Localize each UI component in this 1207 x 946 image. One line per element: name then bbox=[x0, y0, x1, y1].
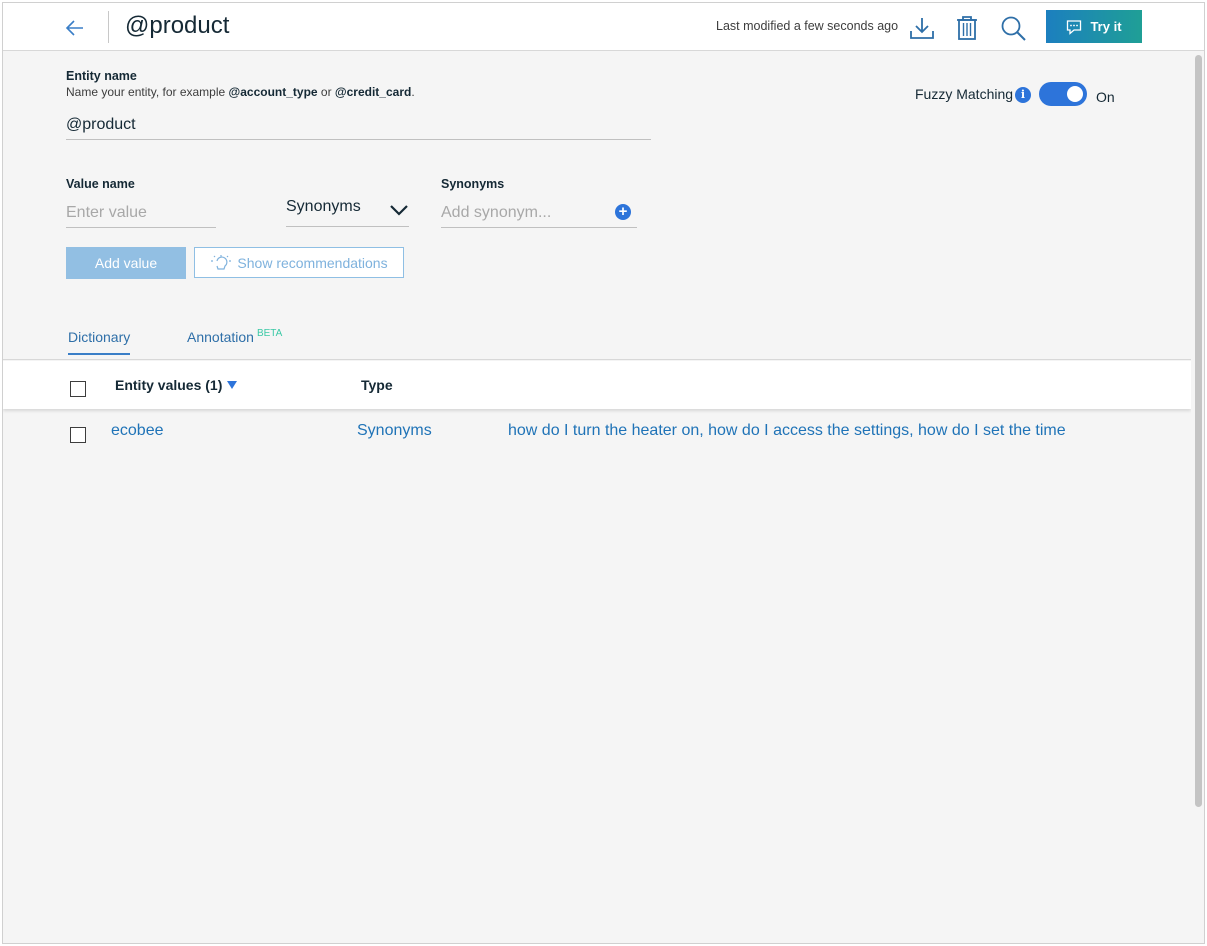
beta-badge: BETA bbox=[256, 328, 283, 339]
try-it-button[interactable]: Try it bbox=[1046, 10, 1142, 43]
entity-editor-window: @product Last modified a few seconds ago… bbox=[2, 2, 1205, 944]
back-arrow-icon[interactable] bbox=[63, 16, 87, 40]
entity-name-help: Name your entity, for example @account_t… bbox=[66, 85, 415, 99]
try-it-label: Try it bbox=[1090, 19, 1122, 34]
chevron-down-icon bbox=[390, 205, 408, 216]
help-example-account-type: @account_type bbox=[228, 85, 318, 99]
help-or: or bbox=[317, 85, 335, 99]
column-header-type: Type bbox=[361, 377, 393, 393]
help-suffix: . bbox=[411, 85, 415, 99]
column-header-entity-values[interactable]: Entity values (1) bbox=[115, 377, 222, 393]
top-header: @product Last modified a few seconds ago… bbox=[3, 3, 1204, 51]
fuzzy-matching-toggle[interactable] bbox=[1039, 82, 1087, 106]
entity-value-cell[interactable]: ecobee bbox=[111, 422, 164, 440]
show-recommendations-button[interactable]: Show recommendations bbox=[194, 247, 404, 278]
entity-synonyms-cell[interactable]: how do I turn the heater on, how do I ac… bbox=[508, 422, 1066, 440]
toggle-knob bbox=[1067, 86, 1083, 102]
fuzzy-matching-state: On bbox=[1096, 89, 1115, 105]
value-name-label: Value name bbox=[66, 177, 135, 191]
table-header: Entity values (1) Type bbox=[3, 361, 1191, 409]
entity-type-cell[interactable]: Synonyms bbox=[357, 422, 432, 440]
help-prefix: Name your entity, for example bbox=[66, 85, 229, 99]
entity-name-label: Entity name bbox=[66, 69, 137, 83]
add-synonym-plus-icon[interactable]: + bbox=[615, 204, 631, 220]
tabs-divider bbox=[3, 359, 1191, 360]
add-value-button[interactable]: Add value bbox=[66, 247, 186, 279]
download-icon[interactable] bbox=[908, 14, 936, 42]
entity-name-input[interactable] bbox=[66, 111, 651, 140]
watson-lightbulb-icon bbox=[211, 254, 232, 270]
value-type-selected: Synonyms bbox=[286, 198, 361, 215]
synonym-input[interactable] bbox=[441, 199, 637, 228]
tab-dictionary-label: Dictionary bbox=[68, 329, 131, 345]
value-type-dropdown[interactable]: Synonyms bbox=[286, 193, 409, 227]
select-all-checkbox[interactable] bbox=[70, 381, 86, 397]
info-icon[interactable]: i bbox=[1015, 87, 1031, 103]
sort-descending-icon[interactable] bbox=[227, 381, 237, 389]
vertical-scrollbar[interactable] bbox=[1191, 51, 1204, 943]
scrollbar-thumb[interactable] bbox=[1195, 55, 1202, 807]
value-name-input[interactable] bbox=[66, 199, 216, 228]
tab-annotation-label: Annotation bbox=[187, 329, 254, 345]
fuzzy-matching-label: Fuzzy Matching bbox=[915, 86, 1014, 102]
page-title: @product bbox=[125, 12, 230, 39]
synonyms-label: Synonyms bbox=[441, 177, 505, 191]
trash-icon[interactable] bbox=[953, 14, 981, 42]
help-example-credit-card: @credit_card bbox=[334, 85, 412, 99]
show-recommendations-label: Show recommendations bbox=[237, 254, 388, 271]
chat-bubble-icon bbox=[1067, 19, 1082, 35]
tab-dictionary[interactable]: Dictionary bbox=[68, 329, 131, 355]
search-icon[interactable] bbox=[999, 14, 1027, 42]
last-modified-text: Last modified a few seconds ago bbox=[716, 19, 899, 33]
row-checkbox[interactable] bbox=[70, 427, 86, 443]
tab-annotation[interactable]: Annotation BETA bbox=[187, 328, 283, 345]
header-divider bbox=[108, 11, 109, 43]
